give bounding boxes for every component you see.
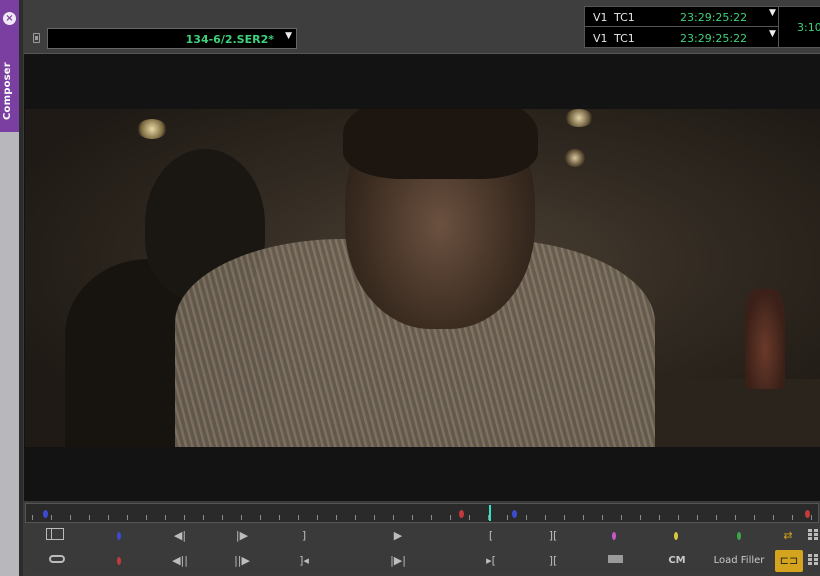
marker-blue[interactable] — [512, 510, 517, 518]
marker-red[interactable] — [459, 510, 464, 518]
cm-button[interactable]: CM — [665, 552, 689, 570]
timecode-panel: V1 TC1 23:29:25:22 ▼ V1 TC1 23:29:25:22 … — [584, 6, 780, 48]
go-to-out-icon[interactable]: ]◂ — [293, 552, 315, 570]
blue-marker-button[interactable] — [111, 527, 127, 545]
step-forward-icon[interactable]: |▶ — [232, 527, 252, 545]
side-divider — [19, 0, 23, 576]
mark-in-icon[interactable]: [ — [484, 527, 498, 545]
video-viewer[interactable] — [24, 53, 820, 501]
timecode-track: V1 — [593, 11, 608, 24]
timecode-row[interactable]: V1 TC1 23:29:25:22 ▼ — [585, 28, 779, 48]
button-row-2: ◀|| ||▶ ]◂ |▶| ▸[ ][ CM Load Filler ⊏⊐ — [25, 549, 820, 573]
timecode-extra-value: 3:10 — [797, 21, 820, 34]
red-marker-button[interactable] — [111, 552, 127, 570]
button-row-1: ◀| |▶ ] ▶ [ ][ ⇄ — [25, 524, 820, 548]
timecode-extra[interactable]: 3:10 — [778, 6, 820, 48]
timecode-type: TC1 — [614, 11, 635, 24]
scene-bottle — [745, 289, 785, 389]
clear-marks-icon[interactable]: ][ — [542, 552, 564, 570]
dropdown-arrow-icon[interactable]: ▼ — [769, 8, 776, 18]
go-to-in-icon[interactable]: ▸[ — [480, 552, 502, 570]
close-icon[interactable]: × — [3, 12, 16, 25]
rect-icon[interactable] — [608, 555, 623, 563]
step-back-icon[interactable]: ◀| — [170, 527, 190, 545]
marker-red[interactable] — [805, 510, 810, 518]
timecode-type: TC1 — [614, 32, 635, 45]
play-icon[interactable]: ▶ — [390, 527, 406, 545]
play-to-out-icon[interactable]: |▶| — [387, 552, 409, 570]
mark-out-icon[interactable]: ] — [297, 527, 311, 545]
playhead[interactable] — [489, 505, 491, 521]
dropdown-arrow-icon[interactable]: ▼ — [285, 31, 292, 41]
scene-man-hair — [343, 109, 538, 179]
clip-name: 134-6/2.SER2* — [185, 33, 274, 46]
side-strip — [0, 132, 19, 576]
dropdown-arrow-icon[interactable]: ▼ — [769, 29, 776, 39]
scene-lamp — [565, 109, 593, 127]
composer-tab-label: Composer — [2, 62, 13, 120]
green-marker-button[interactable] — [733, 527, 745, 545]
green-marker-dot — [737, 532, 741, 540]
sync-icon[interactable]: ⇄ — [777, 527, 799, 545]
marker-blue[interactable] — [43, 510, 48, 518]
fast-rewind-icon[interactable]: ◀|| — [169, 552, 191, 570]
scene-lamp — [137, 119, 167, 139]
bin-view-icon[interactable] — [46, 528, 64, 540]
pink-marker-button[interactable] — [608, 527, 620, 545]
fast-forward-icon[interactable]: ||▶ — [231, 552, 253, 570]
timecode-value: 23:29:25:22 — [680, 32, 748, 45]
scene-lamp — [565, 149, 585, 167]
load-filler-button[interactable]: Load Filler — [713, 552, 765, 570]
yellow-marker-dot — [674, 532, 678, 540]
pink-marker-dot — [612, 532, 616, 540]
clip-name-menu[interactable]: 134-6/2.SER2* ▼ — [47, 28, 297, 49]
grid-icon[interactable] — [808, 553, 818, 565]
timecode-value: 23:29:25:22 — [680, 11, 748, 24]
splice-icon[interactable]: ⊏⊐ — [775, 550, 803, 572]
yellow-marker-button[interactable] — [670, 527, 682, 545]
timecode-row[interactable]: V1 TC1 23:29:25:22 ▼ — [585, 7, 779, 27]
position-bar[interactable] — [25, 503, 819, 523]
position-ticks — [32, 515, 812, 520]
composer-side-tab[interactable]: × Composer — [0, 0, 19, 132]
link-icon[interactable] — [49, 555, 65, 563]
red-marker-dot — [117, 557, 121, 565]
grid-icon[interactable] — [808, 528, 818, 540]
blue-marker-dot — [117, 532, 121, 540]
timecode-track: V1 — [593, 32, 608, 45]
video-frame — [25, 109, 820, 447]
composer-window: × Composer 134-6/2.SER2* ▼ V1 TC1 23:29:… — [0, 0, 820, 576]
mark-clip-icon[interactable]: ][ — [544, 527, 562, 545]
clip-icon[interactable] — [33, 33, 40, 43]
